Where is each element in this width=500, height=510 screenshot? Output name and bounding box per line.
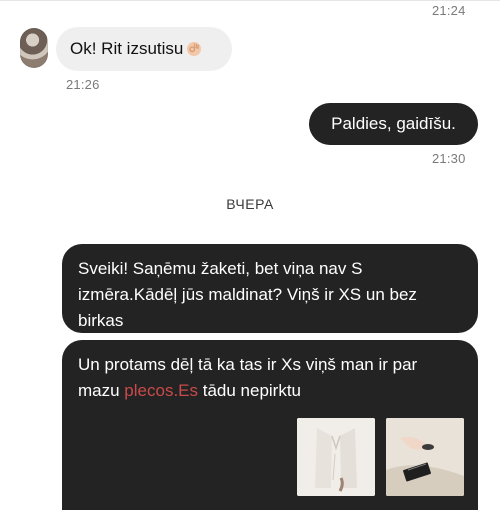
message-text-part: tādu nepirktu	[198, 381, 302, 400]
top-divider	[0, 0, 500, 1]
ok-hand-icon	[185, 40, 203, 58]
outgoing-message-bubble[interactable]: Sveiki! Saņēmu žaketi, bet viņa nav S iz…	[62, 244, 478, 333]
incoming-message-bubble[interactable]: Ok! Rit izsutisu	[56, 27, 232, 71]
incoming-message-text: Ok! Rit izsutisu	[70, 39, 184, 58]
outgoing-message-text: Sveiki! Saņēmu žaketi, bet viņa nav S iz…	[78, 259, 417, 330]
timestamp: 21:30	[432, 151, 466, 166]
outgoing-message-bubble[interactable]: Paldies, gaidīšu.	[309, 103, 478, 145]
timestamp: 21:24	[432, 3, 466, 18]
highlighted-text: plecos.Es	[124, 381, 198, 400]
avatar[interactable]	[20, 28, 48, 68]
timestamp: 21:26	[66, 77, 100, 92]
date-separator: ВЧЕРА	[226, 196, 274, 212]
photo-thumbnail[interactable]	[297, 418, 375, 496]
outgoing-message-text: Paldies, gaidīšu.	[331, 114, 456, 133]
photo-thumbnail[interactable]	[386, 418, 464, 496]
